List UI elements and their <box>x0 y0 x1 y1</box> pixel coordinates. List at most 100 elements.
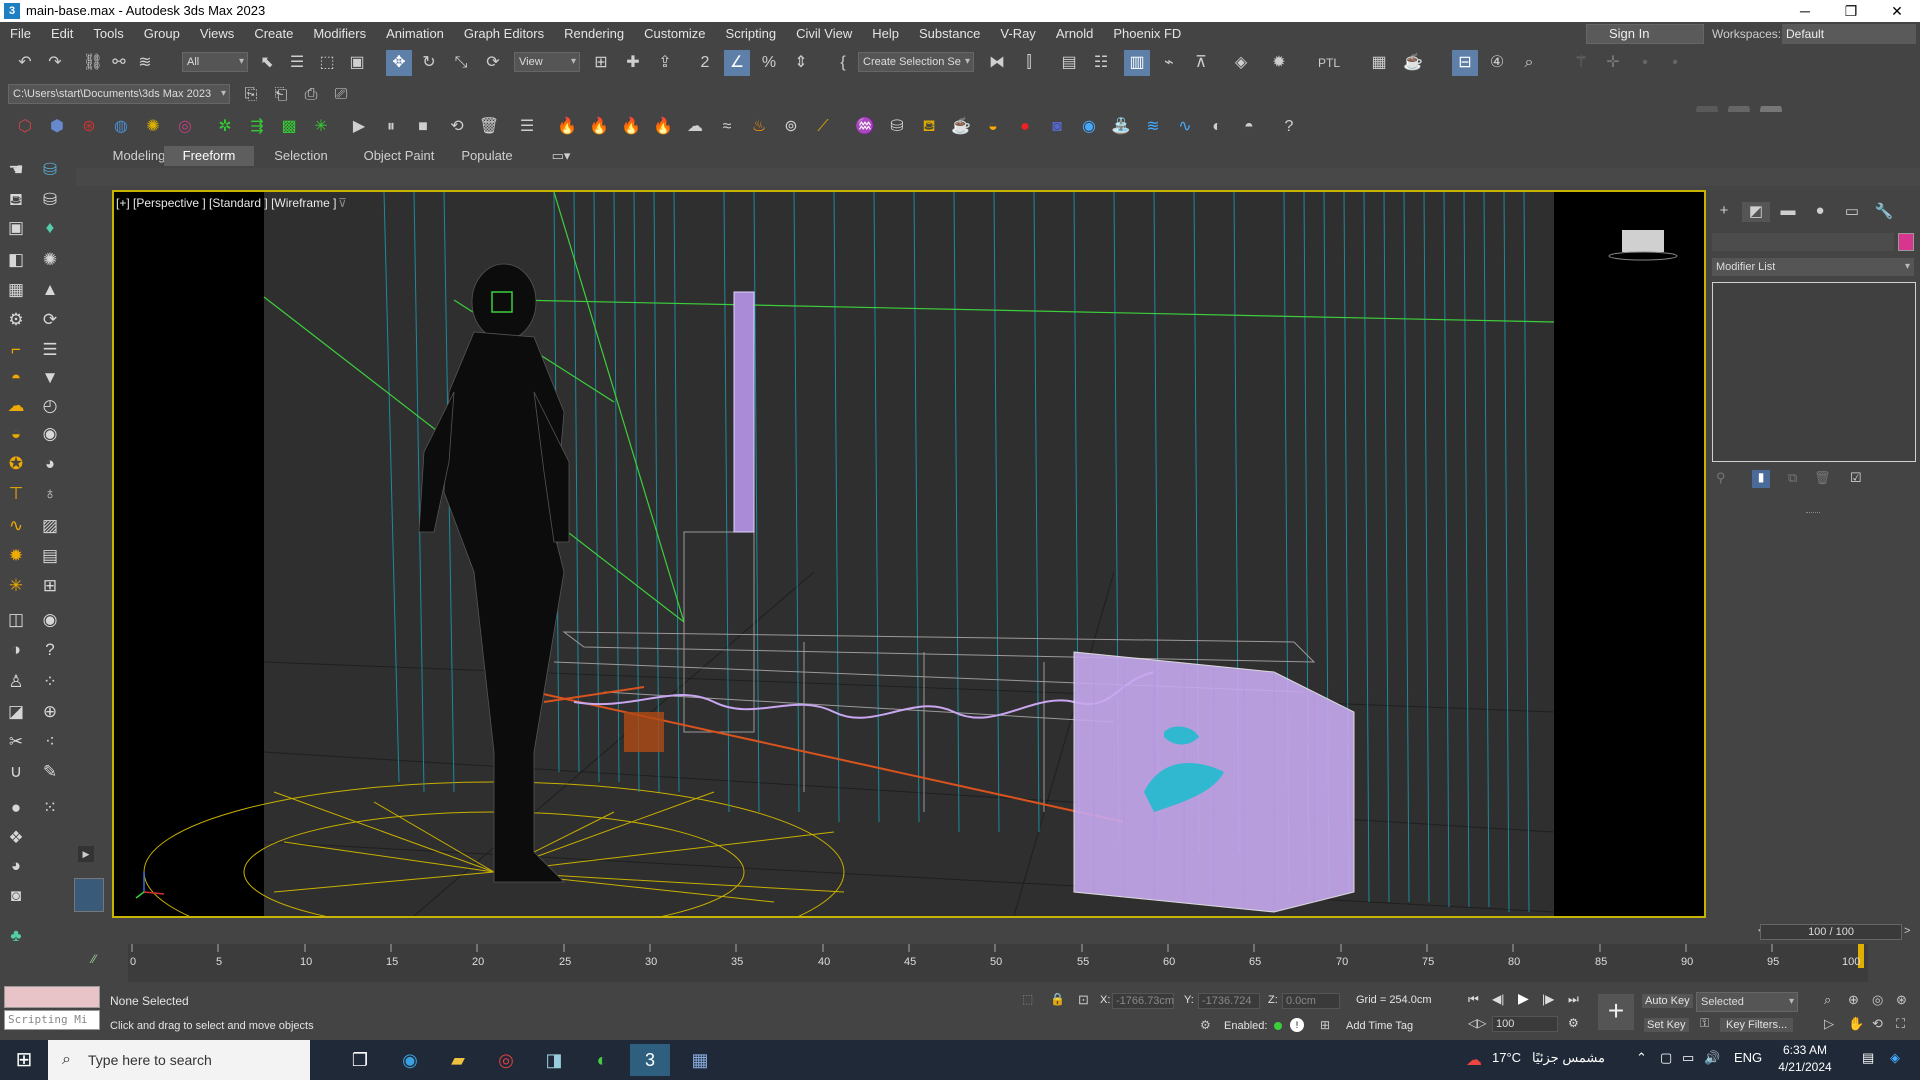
spinner-snap-icon[interactable]: ⇕ <box>788 50 814 76</box>
menu-civil-view[interactable]: Civil View <box>786 22 862 46</box>
weather-desc[interactable]: مشمس جزئيًا <box>1532 1050 1605 1066</box>
select-place-icon[interactable]: ⟳ <box>480 50 506 76</box>
keyboard-shortcut-icon[interactable]: ⇪ <box>652 50 678 76</box>
waves-icon[interactable]: ∿ <box>1172 114 1198 140</box>
minimize-button[interactable]: ─ <box>1782 0 1828 22</box>
enabled-indicator[interactable] <box>1274 1022 1282 1030</box>
network-icon[interactable]: ▭ <box>1682 1050 1694 1066</box>
play-icon[interactable]: ▶ <box>346 114 372 140</box>
panel-splitter[interactable] <box>1806 512 1820 514</box>
time-next-icon[interactable]: > <box>1904 925 1910 937</box>
viewport-layout-tab[interactable] <box>74 878 104 912</box>
bucket-icon[interactable]: ⛁ <box>884 114 910 140</box>
list-2-icon[interactable]: ☰ <box>36 336 64 364</box>
menu-tools[interactable]: Tools <box>83 22 133 46</box>
curve-toggle-icon[interactable]: ⁄⁄ <box>92 952 96 966</box>
sunset-icon[interactable]: ◒ <box>980 114 1006 140</box>
selection-filter-dropdown[interactable]: All <box>182 52 248 72</box>
viewport-filter-icon[interactable]: ⊽ <box>338 196 347 210</box>
vray-lister-icon[interactable]: ⌕ <box>1516 50 1542 76</box>
schematic-view-icon[interactable]: ⊼ <box>1188 50 1214 76</box>
chrome-icon[interactable]: ◎ <box>486 1044 526 1076</box>
vray-dome-icon[interactable]: ◎ <box>172 114 198 140</box>
z-coordinate-field[interactable]: 0.0cm <box>1282 993 1340 1009</box>
figure-icon[interactable]: ♙ <box>2 668 30 696</box>
3dsmax-taskbar-icon[interactable]: 3 <box>630 1044 670 1076</box>
menu-create[interactable]: Create <box>244 22 303 46</box>
expand-arrow-icon[interactable]: ▶ <box>78 846 94 862</box>
geo-sphere-icon[interactable]: ✪ <box>2 450 30 478</box>
render-setup-icon[interactable]: ✹ <box>1266 50 1292 76</box>
half-sphere-icon[interactable]: ◑ <box>2 636 30 664</box>
add-time-tag-label[interactable]: Add Time Tag <box>1346 1020 1413 1032</box>
selection-lock-icon[interactable]: 🔒 <box>1050 992 1065 1006</box>
fire-2-icon[interactable]: 🔥 <box>586 114 612 140</box>
menu-phoenix-fd[interactable]: Phoenix FD <box>1103 22 1191 46</box>
t-shape-icon[interactable]: ⊤ <box>2 480 30 508</box>
create-tab-icon[interactable]: + <box>1710 202 1738 222</box>
select-manipulate-icon[interactable]: ✚ <box>620 50 646 76</box>
menu-substance[interactable]: Substance <box>909 22 990 46</box>
project-new-icon[interactable]: ⎙ <box>298 82 324 108</box>
zoom-icon[interactable]: ⌕ <box>1824 992 1831 1008</box>
vray-fb-icon[interactable]: ④ <box>1484 50 1510 76</box>
tab-populate[interactable]: Populate <box>442 146 532 166</box>
container-icon[interactable]: ◙ <box>1044 114 1070 140</box>
x-coordinate-field[interactable]: -1766.73cm <box>1112 993 1174 1009</box>
select-by-name-icon[interactable]: ☰ <box>284 50 310 76</box>
zoom-extents-all-icon[interactable]: ⊛ <box>1896 992 1907 1008</box>
lamp-icon[interactable]: ◓ <box>2 364 30 392</box>
clock-icon[interactable]: ◴ <box>36 392 64 420</box>
vortex-icon[interactable]: ⊚ <box>778 114 804 140</box>
layer-explorer-icon[interactable]: ☷ <box>1088 50 1114 76</box>
play-animation-icon[interactable]: ▶ <box>1518 990 1529 1007</box>
fire-4-icon[interactable]: 🔥 <box>650 114 676 140</box>
tab-object-paint[interactable]: Object Paint <box>344 146 454 166</box>
unlink-icon[interactable]: ⚯ <box>106 50 132 76</box>
vray-fur-icon[interactable]: ⊛ <box>76 114 102 140</box>
menu-modifiers[interactable]: Modifiers <box>303 22 376 46</box>
redo-icon[interactable]: ↷ <box>42 50 68 76</box>
time-slider[interactable]: 100 / 100 <box>1760 924 1902 940</box>
display-tab-icon[interactable]: ▭ <box>1838 202 1866 222</box>
drops-icon[interactable]: ⁖ <box>36 728 64 756</box>
delete-cache-icon[interactable]: 🗑 <box>476 114 502 140</box>
fire-3-icon[interactable]: 🔥 <box>618 114 644 140</box>
render-production-icon[interactable]: ☕ <box>1400 50 1426 76</box>
weather-temp[interactable]: 17°C <box>1492 1050 1521 1065</box>
task-view-icon[interactable]: ❐ <box>340 1044 380 1076</box>
vray-burst-icon[interactable]: ✳ <box>308 114 334 140</box>
orbit-icon[interactable]: ⟲ <box>1872 1016 1883 1032</box>
brush-icon[interactable]: ⌐ <box>2 336 30 364</box>
vray-scatter-icon[interactable]: ✲ <box>212 114 238 140</box>
hierarchy-tab-icon[interactable]: ▬ <box>1774 202 1802 222</box>
y-coordinate-field[interactable]: -1736.724 <box>1198 993 1260 1009</box>
modify-tab-icon[interactable]: ◩ <box>1742 202 1770 222</box>
beer-icon[interactable]: ⛾ <box>916 114 942 140</box>
frame-2-icon[interactable]: ▤ <box>36 542 64 570</box>
modifier-stack[interactable] <box>1712 282 1916 462</box>
file-explorer-icon[interactable]: ▰ <box>438 1044 478 1076</box>
utilities-tab-icon[interactable]: 🔧 <box>1870 202 1898 222</box>
curve-editor-icon[interactable]: ⌁ <box>1156 50 1182 76</box>
next-frame-icon[interactable]: |▶ <box>1542 992 1554 1006</box>
calculator-icon[interactable]: ▦ <box>680 1044 720 1076</box>
cup-icon[interactable]: ☕ <box>948 114 974 140</box>
angle-snap-icon[interactable]: ∠ <box>724 50 750 76</box>
restart-icon[interactable]: ⟲ <box>444 114 470 140</box>
vray-proxy-icon[interactable]: ⬢ <box>44 114 70 140</box>
object-name-field[interactable] <box>1712 233 1894 251</box>
select-move-icon[interactable]: ✥ <box>386 50 412 76</box>
vray-box-icon[interactable]: ⬡ <box>12 114 38 140</box>
scroll-icon[interactable]: ◧ <box>2 246 30 274</box>
notepad-icon[interactable]: ◨ <box>534 1044 574 1076</box>
menu-group[interactable]: Group <box>134 22 190 46</box>
make-unique-icon[interactable]: ⧉ <box>1788 470 1797 486</box>
bind-spacewarp-icon[interactable]: ≋ <box>132 50 158 76</box>
cameras-icon[interactable]: ⛁ <box>36 186 64 214</box>
current-frame-field[interactable]: 100 <box>1492 1016 1558 1032</box>
menu-vray[interactable]: V-Ray <box>990 22 1045 46</box>
named-selection-dropdown[interactable]: Create Selection Se <box>858 52 974 72</box>
project-open-icon[interactable]: ⎗ <box>268 82 294 108</box>
paint-icon[interactable]: ✎ <box>36 758 64 786</box>
